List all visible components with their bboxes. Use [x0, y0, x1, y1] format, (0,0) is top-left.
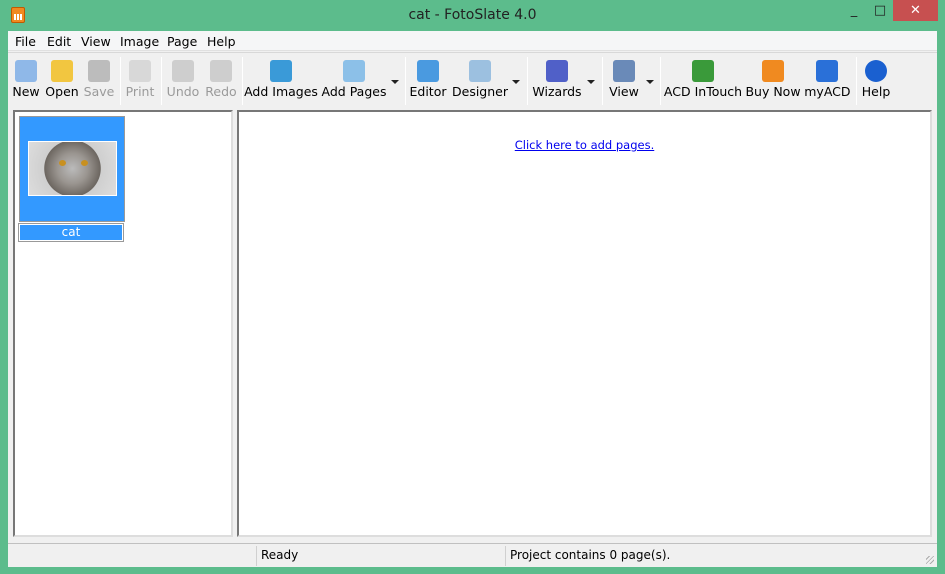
menu-edit[interactable]: Edit	[47, 34, 71, 49]
add-pages-link[interactable]: Click here to add pages.	[239, 138, 930, 152]
status-divider	[256, 546, 257, 566]
app-client: File Edit View Image Page Help New Open Sa…	[8, 31, 937, 567]
menu-bar: File Edit View Image Page Help	[8, 31, 937, 51]
help-icon	[865, 60, 887, 82]
toolbar: New Open Save Print Undo Redo Add Images Add Pa…	[8, 52, 937, 109]
toolbar-view-button[interactable]: View	[605, 57, 643, 107]
toolbar-button-label: Print	[125, 84, 155, 99]
image-thumbnail[interactable]	[19, 116, 125, 222]
toolbar-button-label: Add Images	[244, 84, 318, 99]
toolbar-button-label: Open	[45, 84, 79, 99]
toolbar-separator	[161, 57, 162, 105]
toolbar-buy-now-button[interactable]: Buy Now	[743, 57, 804, 107]
toolbar-button-label: myACD	[804, 84, 851, 99]
folder-open-icon	[51, 60, 73, 82]
title-bar: cat - FotoSlate 4.0 _ □ ✕	[0, 0, 945, 31]
cat-photo	[28, 141, 117, 196]
toolbar-button-label: Buy Now	[745, 84, 801, 99]
toolbar-button-label: View	[609, 84, 639, 99]
editor-icon	[417, 60, 439, 82]
toolbar-button-label: Add Pages	[321, 84, 387, 99]
globe-hand-icon	[692, 60, 714, 82]
toolbar-open-button[interactable]: Open	[43, 57, 81, 107]
window-title: cat - FotoSlate 4.0	[408, 7, 537, 23]
toolbar-acd-intouch-button[interactable]: ACD InTouch	[658, 57, 749, 107]
toolbar-separator	[405, 57, 406, 105]
toolbar-button-label: Wizards	[532, 84, 582, 99]
wizard-hat-icon	[546, 60, 568, 82]
toolbar-new-button[interactable]: New	[11, 57, 42, 107]
add-pages-icon	[343, 60, 365, 82]
toolbar-designer-button[interactable]: Designer	[446, 57, 514, 107]
printer-icon	[129, 60, 151, 82]
designer-icon	[469, 60, 491, 82]
toolbar-wizards-button[interactable]: Wizards	[527, 57, 588, 107]
plug-icon	[816, 60, 838, 82]
close-button[interactable]: ✕	[893, 0, 938, 21]
menu-page[interactable]: Page	[167, 34, 197, 49]
toolbar-button-label: Help	[861, 84, 891, 99]
toolbar-button-label: ACD InTouch	[663, 84, 743, 99]
image-list-pane[interactable]: cat	[13, 110, 233, 537]
dropdown-arrow-icon[interactable]	[391, 80, 399, 84]
status-page-count: Project contains 0 page(s).	[510, 548, 671, 562]
eye-icon	[613, 60, 635, 82]
new-document-icon	[15, 60, 37, 82]
toolbar-separator	[120, 57, 121, 105]
toolbar-print-button[interactable]: Print	[117, 57, 163, 107]
cat-eye	[81, 160, 88, 166]
status-divider	[505, 546, 506, 566]
add-images-icon	[270, 60, 292, 82]
shopping-cart-icon	[762, 60, 784, 82]
pages-pane[interactable]: Click here to add pages.	[237, 110, 932, 537]
toolbar-redo-button[interactable]: Redo	[202, 57, 240, 107]
toolbar-button-label: Designer	[452, 84, 508, 99]
toolbar-separator	[856, 57, 857, 105]
toolbar-separator	[527, 57, 528, 105]
toolbar-add-images-button[interactable]: Add Images	[240, 57, 323, 107]
undo-icon	[172, 60, 194, 82]
toolbar-myacd-button[interactable]: myACD	[804, 57, 851, 107]
menu-help[interactable]: Help	[207, 34, 236, 49]
toolbar-button-label: Save	[83, 84, 115, 99]
dropdown-arrow-icon[interactable]	[587, 80, 595, 84]
toolbar-button-label: Editor	[409, 84, 447, 99]
menu-view[interactable]: View	[81, 34, 111, 49]
cat-eye	[59, 160, 66, 166]
toolbar-separator	[602, 57, 603, 105]
toolbar-undo-button[interactable]: Undo	[164, 57, 202, 107]
toolbar-separator	[242, 57, 243, 105]
dropdown-arrow-icon[interactable]	[646, 80, 654, 84]
toolbar-help-button[interactable]: Help	[857, 57, 895, 107]
toolbar-button-label: New	[12, 84, 40, 99]
menu-image[interactable]: Image	[120, 34, 159, 49]
floppy-disk-icon	[88, 60, 110, 82]
toolbar-save-button[interactable]: Save	[80, 57, 118, 107]
toolbar-separator	[660, 57, 661, 105]
status-bar: Ready Project contains 0 page(s).	[8, 543, 937, 567]
toolbar-button-label: Undo	[166, 84, 200, 99]
redo-icon	[210, 60, 232, 82]
dropdown-arrow-icon[interactable]	[512, 80, 520, 84]
resize-grip[interactable]	[926, 556, 934, 564]
image-label[interactable]: cat	[18, 223, 124, 242]
toolbar-add-pages-button[interactable]: Add Pages	[316, 57, 392, 107]
status-ready: Ready	[261, 548, 299, 562]
menu-file[interactable]: File	[15, 34, 36, 49]
toolbar-button-label: Redo	[205, 84, 237, 99]
